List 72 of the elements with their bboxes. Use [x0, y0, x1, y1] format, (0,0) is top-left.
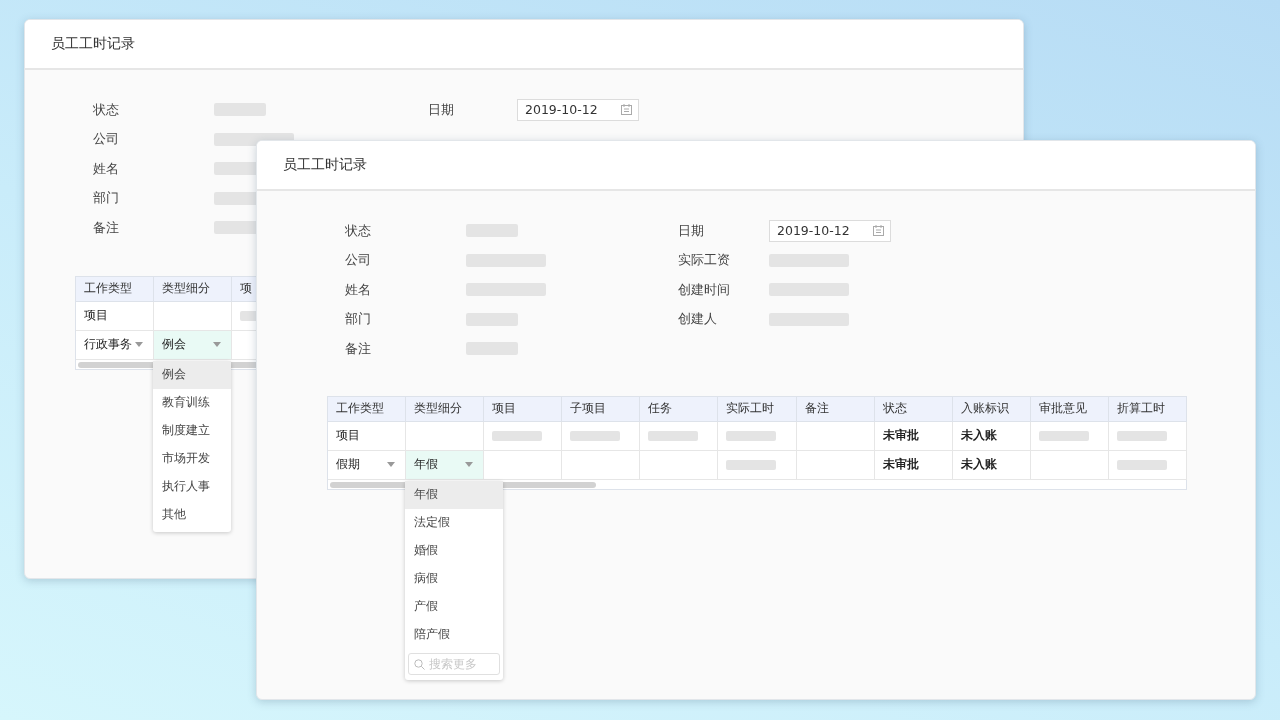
dropdown-option[interactable]: 制度建立 [153, 416, 232, 445]
column-header: 工作类型 [76, 276, 155, 302]
calendar-icon[interactable] [873, 225, 884, 237]
column-header: 状态 [874, 396, 953, 422]
dropdown-option[interactable]: 产假 [405, 592, 504, 621]
field-label: 姓名 [93, 159, 120, 178]
table-cell: 未入账 [952, 421, 1031, 451]
window-title: 员工工时记录 [283, 156, 367, 174]
dropdown-option[interactable]: 市场开发 [153, 444, 232, 473]
caret-icon [135, 342, 144, 347]
dropdown-option[interactable]: 年假 [405, 480, 504, 509]
skeleton-bar [1116, 459, 1167, 470]
column-header: 实际工时 [718, 396, 797, 422]
field-label: 实际工资 [678, 251, 731, 270]
dropdown-option[interactable]: 其他 [153, 500, 232, 529]
column-header: 项目 [484, 396, 563, 422]
date-value: 2019-10-12 [777, 223, 850, 239]
caret-icon [213, 342, 222, 347]
select-cell[interactable]: 例会 [154, 330, 232, 359]
field-label: 状态 [93, 100, 120, 119]
column-header: 审批意见 [1030, 396, 1109, 422]
table-cell: 项目 [328, 421, 407, 451]
caret-icon [387, 462, 396, 467]
field-label: 状态 [345, 221, 372, 240]
date-value: 2019-10-12 [525, 102, 598, 118]
skeleton-bar [492, 430, 543, 441]
column-header: 折算工时 [1108, 396, 1188, 422]
table-cell: 未审批 [874, 421, 953, 451]
column-header: 类型细分 [154, 276, 233, 302]
skeleton-bar [570, 430, 621, 441]
search-icon [414, 658, 426, 670]
field-label: 部门 [345, 310, 372, 329]
scrollbar-thumb[interactable] [330, 481, 596, 488]
table-cell: 未入账 [952, 450, 1031, 480]
skeleton-bar [1116, 430, 1167, 441]
date-field[interactable]: 2019-10-12 [517, 98, 639, 121]
field-label: 公司 [93, 130, 120, 149]
dropdown-option[interactable]: 法定假 [405, 508, 504, 537]
column-header: 子项目 [562, 396, 641, 422]
field-label: 部门 [93, 189, 120, 208]
date-field[interactable]: 2019-10-12 [769, 219, 891, 242]
field-label: 公司 [345, 251, 372, 270]
dropdown-option[interactable]: 教育训练 [153, 388, 232, 417]
field-label: 创建时间 [678, 280, 731, 299]
skeleton-bar [726, 430, 777, 441]
skeleton-bar [1038, 430, 1089, 441]
dropdown-option[interactable]: 婚假 [405, 536, 504, 565]
dropdown-option[interactable]: 陪产假 [405, 620, 504, 649]
field-label: 创建人 [678, 310, 718, 329]
select-cell[interactable]: 年假 [406, 450, 484, 479]
caret-icon [465, 462, 474, 467]
column-header: 工作类型 [328, 396, 407, 422]
window-title: 员工工时记录 [51, 35, 135, 53]
column-header: 任务 [640, 396, 719, 422]
table-cell: 项目 [76, 301, 155, 331]
skeleton-bar [648, 430, 699, 441]
column-header: 备注 [796, 396, 875, 422]
dropdown-option[interactable]: 例会 [153, 360, 232, 389]
select-cell[interactable]: 假期 [328, 450, 406, 479]
dropdown-option[interactable]: 执行人事 [153, 472, 232, 501]
table-cell: 未审批 [874, 450, 953, 480]
calendar-icon[interactable] [621, 104, 632, 116]
column-header: 类型细分 [406, 396, 485, 422]
field-label: 姓名 [345, 280, 372, 299]
skeleton-bar [726, 459, 777, 470]
select-cell[interactable]: 行政事务 [76, 330, 154, 359]
field-label: 日期 [678, 221, 705, 240]
field-label: 日期 [428, 100, 455, 119]
field-label: 备注 [93, 218, 120, 237]
dropdown-option[interactable]: 病假 [405, 564, 504, 593]
column-header: 入账标识 [952, 396, 1031, 422]
field-label: 备注 [345, 339, 372, 358]
